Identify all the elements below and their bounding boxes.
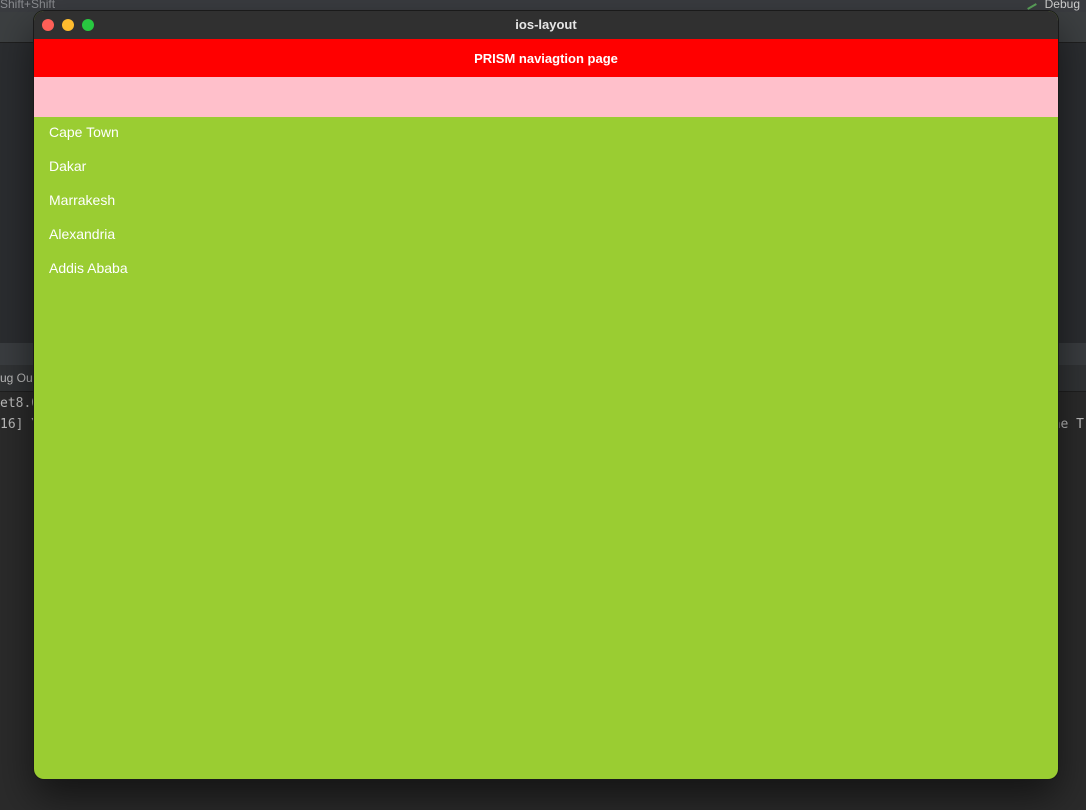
city-list-item[interactable]: Alexandria [34, 219, 1058, 253]
window-titlebar[interactable]: ios-layout [34, 11, 1058, 40]
debug-output-tab-label: ug Ou [0, 371, 33, 385]
debug-label: Debug [1044, 0, 1080, 11]
city-list-item[interactable]: Cape Town [34, 117, 1058, 151]
city-list: Cape Town Dakar Marrakesh Alexandria Add… [34, 117, 1058, 287]
build-icon [1022, 0, 1037, 10]
app-window: ios-layout PRISM naviagtion page Cape To… [34, 11, 1058, 779]
debug-button[interactable]: Debug [1022, 0, 1080, 11]
navigation-bar: PRISM naviagtion page [34, 39, 1058, 77]
city-list-item[interactable]: Addis Ababa [34, 253, 1058, 287]
city-list-item[interactable]: Marrakesh [34, 185, 1058, 219]
pink-header-band [34, 77, 1058, 117]
window-title: ios-layout [515, 17, 577, 32]
shortcut-hint: Shift+Shift [0, 0, 56, 11]
page-title: PRISM naviagtion page [474, 51, 618, 66]
city-list-item[interactable]: Dakar [34, 151, 1058, 185]
